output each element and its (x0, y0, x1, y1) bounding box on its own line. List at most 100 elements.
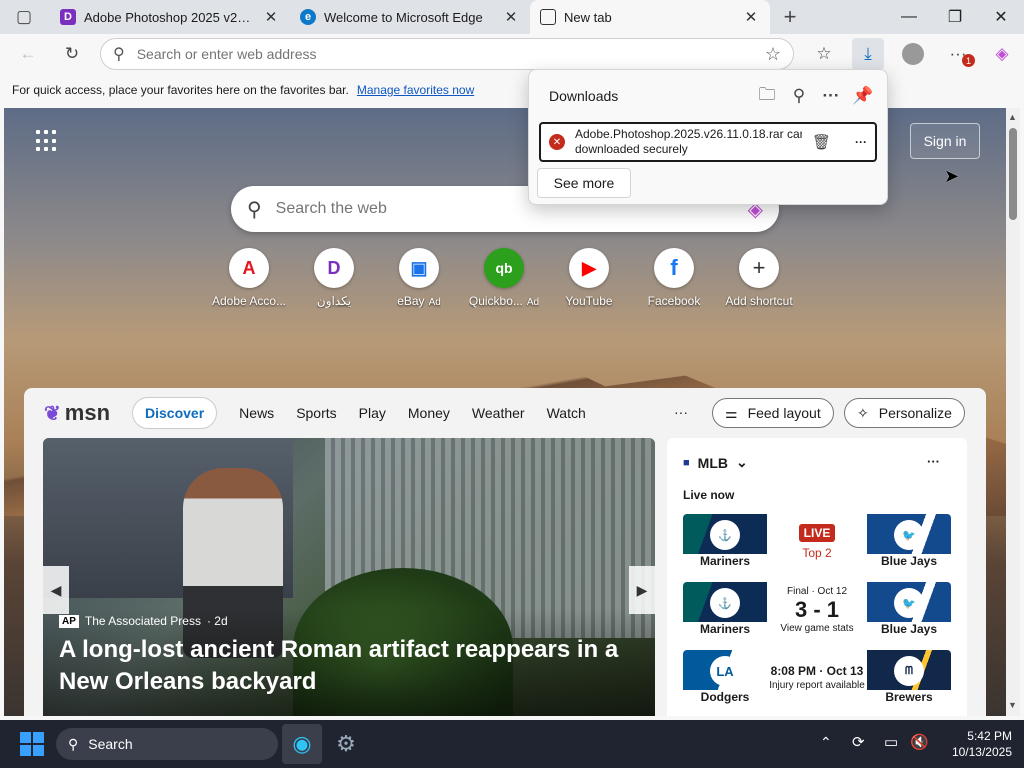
tab-title: Welcome to Microsoft Edge (324, 9, 483, 25)
restore-icon[interactable]: ❐ (932, 0, 978, 34)
close-tab-icon[interactable]: ✕ (742, 8, 760, 26)
shortcut-label: Quickbo... (468, 294, 523, 308)
shortcut-quickbooks[interactable]: qb Quickbo... Ad (461, 248, 547, 308)
view-game-stats-link[interactable]: View game stats (767, 623, 867, 634)
mariners-logo-icon: ⚓ (710, 520, 740, 550)
address-input[interactable] (136, 46, 753, 62)
game-card[interactable]: LA Dodgers 8:08 PM · Oct 13 Injury repor… (683, 650, 951, 710)
new-tab-favicon-icon (540, 9, 556, 25)
downloads-icon[interactable]: ⤓ (852, 38, 884, 70)
more-options-icon[interactable]: ··· (815, 80, 847, 112)
nav-news[interactable]: News (239, 405, 274, 421)
network-icon[interactable]: ▭ (884, 733, 898, 751)
nav-weather[interactable]: Weather (472, 405, 525, 421)
download-info: Adobe.Photoshop.2025.v26.11.0.18.rar can… (575, 127, 802, 157)
delete-icon[interactable]: 🗑 (812, 133, 831, 151)
brewers-logo-icon: ᗰ (894, 656, 924, 686)
final-score: 3 - 1 (794, 597, 840, 622)
tab-new-tab[interactable]: New tab ✕ (530, 0, 770, 34)
search-icon: ⚲ (113, 46, 125, 63)
edge-taskbar-icon[interactable]: ◉ (282, 724, 322, 764)
blue-jays-logo-icon: 🐦 (894, 588, 924, 618)
sliders-icon: ⚌ (725, 404, 738, 421)
feed-layout-button[interactable]: ⚌ Feed layout (712, 398, 834, 428)
more-nav-icon[interactable]: ··· (674, 404, 688, 420)
settings-taskbar-icon[interactable]: ⚙ (326, 724, 366, 764)
hero-headline[interactable]: A long-lost ancient Roman artifact reapp… (59, 634, 629, 698)
final-date: Final · Oct 12 (786, 586, 848, 597)
favorite-star-icon[interactable]: ☆ (765, 44, 781, 65)
clock[interactable]: 5:42 PM 10/13/2025 (952, 728, 1012, 760)
manage-favorites-link[interactable]: Manage favorites now (357, 83, 474, 97)
new-tab-plus-icon[interactable]: + (774, 1, 806, 33)
carousel-prev-icon[interactable]: ◀ (43, 566, 69, 614)
nav-discover[interactable]: Discover (132, 397, 218, 429)
pin-icon[interactable]: 📌 (847, 80, 879, 112)
tray-chevron-up-icon[interactable]: ⌃ (820, 734, 832, 751)
quickbooks-icon: qb (484, 248, 524, 288)
minimize-icon[interactable]: — (886, 0, 932, 34)
nav-play[interactable]: Play (359, 405, 386, 421)
shortcut-yekdaun[interactable]: D يكداون (291, 248, 377, 308)
edge-favicon-icon: e (300, 9, 316, 25)
hero-source: AP The Associated Press · 2d (59, 614, 228, 628)
mlb-header[interactable]: ■ MLB ⌄ (683, 454, 748, 471)
add-shortcut[interactable]: + Add shortcut (716, 248, 802, 308)
injury-report[interactable]: Injury report available (767, 680, 867, 691)
shortcut-youtube[interactable]: ▶ YouTube (546, 248, 632, 308)
close-tab-icon[interactable]: ✕ (262, 8, 280, 26)
apps-grid-icon[interactable] (36, 130, 58, 152)
scroll-up-icon[interactable]: ▲ (1008, 112, 1017, 122)
sign-in-button[interactable]: Sign in (910, 123, 980, 159)
mlb-more-icon[interactable]: ··· (927, 454, 940, 469)
mlb-card: ■ MLB ⌄ ··· Live now ⚓ Mariners LIVE Top… (667, 438, 967, 716)
search-downloads-icon[interactable]: ⚲ (783, 80, 815, 112)
item-more-icon[interactable]: ··· (855, 135, 867, 149)
ad-label: Ad (526, 297, 540, 308)
open-folder-icon[interactable]: 🗀 (751, 80, 783, 112)
live-badge: LIVE (798, 524, 836, 542)
game-card[interactable]: ⚓ Mariners LIVE Top 2 🐦 Blue Jays (683, 514, 951, 574)
nav-watch[interactable]: Watch (547, 405, 586, 421)
sync-icon[interactable]: ⟳ (852, 733, 865, 751)
favorites-icon[interactable]: ☆ (808, 38, 840, 70)
team-name: Mariners (699, 622, 751, 636)
shortcut-ebay[interactable]: ▣ eBay Ad (376, 248, 462, 308)
scroll-down-icon[interactable]: ▼ (1008, 700, 1017, 710)
taskbar-search[interactable]: ⚲ Search (56, 728, 278, 760)
inning: Top 2 (802, 546, 832, 560)
shortcut-facebook[interactable]: f Facebook (631, 248, 717, 308)
tab-actions-icon[interactable]: ▢ (8, 1, 40, 33)
nav-money[interactable]: Money (408, 405, 450, 421)
personalize-button[interactable]: ✧ Personalize (844, 398, 965, 428)
sparkle-icon: ✧ (857, 404, 869, 421)
back-icon[interactable]: ← (12, 38, 44, 70)
game-card[interactable]: ⚓ Mariners Final · Oct 12 3 - 1 View gam… (683, 582, 951, 642)
volume-muted-icon[interactable]: 🔇 (910, 733, 929, 751)
team-home: LA Dodgers (683, 650, 767, 710)
carousel-next-icon[interactable]: ▶ (629, 566, 655, 614)
profile-avatar[interactable] (897, 38, 929, 70)
copilot-icon[interactable]: ◈ (986, 38, 1018, 70)
close-tab-icon[interactable]: ✕ (502, 8, 520, 26)
download-status: downloaded securely (575, 142, 688, 156)
team-away: ᗰ Brewers (867, 650, 951, 710)
see-more-button[interactable]: See more (537, 168, 631, 198)
clock-time: 5:42 PM (967, 729, 1012, 743)
hero-source-name: The Associated Press (84, 614, 201, 628)
scroll-thumb[interactable] (1009, 128, 1017, 220)
game-status: 8:08 PM · Oct 13 Injury report available (767, 664, 867, 710)
refresh-icon[interactable]: ↻ (56, 38, 88, 70)
msn-logo[interactable]: ❦ msn (44, 400, 110, 426)
shortcut-label: Adobe Acco... (211, 294, 287, 308)
tab-edge-welcome[interactable]: e Welcome to Microsoft Edge ✕ (290, 0, 530, 34)
address-bar[interactable]: ⚲ ☆ (100, 38, 794, 70)
hero-story[interactable]: ◀ ▶ AP The Associated Press · 2d A long-… (43, 438, 655, 716)
tab-photoshop[interactable]: D Adobe Photoshop 2025 v26.11.0.18 ✕ (50, 0, 290, 34)
shortcut-adobe[interactable]: A Adobe Acco... (206, 248, 292, 308)
close-window-icon[interactable]: ✕ (978, 0, 1024, 34)
windows-start-icon[interactable] (20, 732, 44, 756)
nav-sports[interactable]: Sports (296, 405, 336, 421)
download-item[interactable]: ✕ Adobe.Photoshop.2025.v26.11.0.18.rar c… (539, 122, 877, 162)
team-home: ⚓ Mariners (683, 514, 767, 574)
